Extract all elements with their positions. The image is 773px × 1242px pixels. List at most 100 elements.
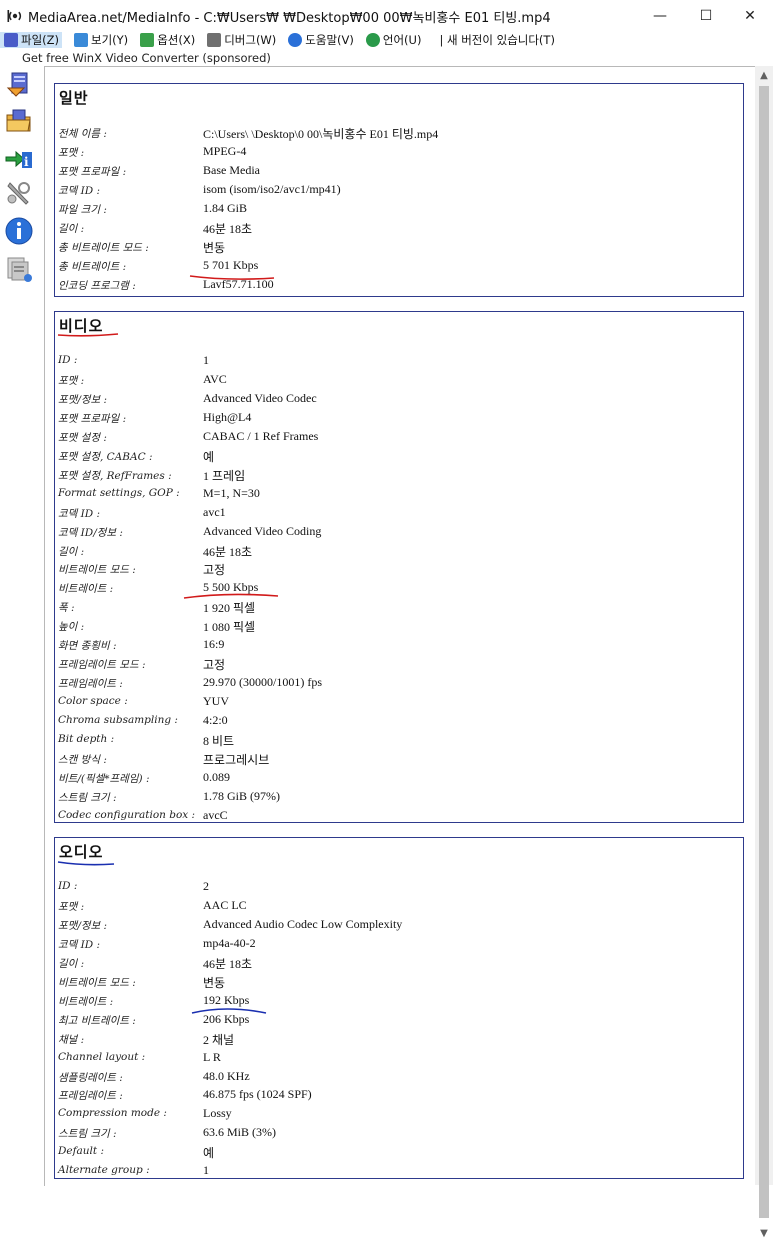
- vertical-scrollbar[interactable]: ▲ ▼: [755, 66, 773, 1239]
- field-label: 샘플링레이트 :: [58, 1071, 123, 1084]
- field-value: AAC LC: [203, 897, 247, 912]
- field-label: ID :: [58, 880, 78, 892]
- info-row: 길이 : 46분 18초: [55, 542, 743, 561]
- field-label: 코덱 ID :: [58, 184, 101, 197]
- scroll-thumb[interactable]: [759, 86, 769, 1218]
- menu-bar: 파일(Z) 보기(Y) 옵션(X) 디버그(W) 도움말(V) 언어(U) | 새 버전이 …: [0, 31, 773, 49]
- minimize-button[interactable]: —: [637, 0, 683, 32]
- info-row: 비트레이트 : 192 Kbps: [55, 992, 743, 1011]
- info-row: 포맷 설정, RefFrames : 1 프레임: [55, 466, 743, 485]
- field-value: isom (isom/iso2/avc1/mp41): [203, 181, 341, 196]
- field-value: 46분 18초: [203, 544, 253, 559]
- window-title: MediaArea.net/MediaInfo - C:₩Users₩ ₩Des…: [28, 11, 551, 26]
- field-value: 변동: [203, 240, 226, 255]
- menu-item-2[interactable]: 옵션(X): [136, 32, 195, 48]
- menu-item-0[interactable]: 파일(Z): [0, 32, 63, 48]
- field-value: YUV: [203, 694, 229, 709]
- maximize-button[interactable]: ☐: [683, 0, 729, 32]
- info-row: 인코딩 프로그램 : Lavf57.71.100: [55, 276, 743, 295]
- about-icon[interactable]: [4, 216, 34, 246]
- field-label: 코덱 ID :: [58, 507, 101, 520]
- close-button[interactable]: ✕: [727, 0, 773, 32]
- field-value: 5 701 Kbps: [203, 257, 259, 272]
- field-label: 포맷 설정, CABAC :: [58, 450, 153, 463]
- menu-item-1[interactable]: 보기(Y): [70, 32, 128, 48]
- language-icon: [365, 33, 380, 47]
- menu-item-label: 파일(Z): [21, 33, 60, 47]
- open-file-icon[interactable]: [4, 70, 34, 100]
- field-label: Default :: [58, 1145, 104, 1158]
- field-value: 변동: [203, 975, 226, 990]
- info-row: Color space : YUV: [55, 693, 743, 712]
- info-row: 프레임레이트 : 29.970 (30000/1001) fps: [55, 674, 743, 693]
- field-value: 1: [203, 353, 209, 367]
- field-label: 비트레이트 모드 :: [58, 564, 136, 577]
- field-label: 포맷/정보 :: [58, 919, 108, 932]
- field-label: 포맷 프로파일 :: [58, 412, 127, 425]
- export-icon[interactable]: i: [4, 144, 34, 174]
- field-value: 예: [203, 1146, 215, 1161]
- open-folder-icon[interactable]: [4, 106, 34, 136]
- info-row: 스트림 크기 : 63.6 MiB (3%): [55, 1124, 743, 1143]
- menu-item-6[interactable]: | 새 버전이 있습니다(T): [439, 32, 554, 48]
- info-row: 길이 : 46분 18초: [55, 219, 743, 238]
- preferences-icon[interactable]: [4, 178, 34, 208]
- field-label: 인코딩 프로그램 :: [58, 279, 136, 292]
- info-row: 포맷 프로파일 : High@L4: [55, 409, 743, 428]
- field-value: Advanced Audio Codec Low Complexity: [203, 916, 403, 931]
- field-value: avcC: [203, 807, 228, 822]
- field-label: Channel layout :: [58, 1050, 146, 1063]
- field-label: 비트레이트 :: [58, 995, 114, 1008]
- field-value: 5 500 Kbps: [203, 580, 259, 595]
- field-label: 길이 :: [58, 545, 85, 558]
- field-label: 비트레이트 모드 :: [58, 976, 136, 989]
- menu-item-label: 옵션(X): [157, 33, 196, 47]
- scroll-up-arrow-icon[interactable]: ▲: [755, 66, 773, 84]
- menu-item-5[interactable]: 언어(U): [362, 32, 421, 48]
- info-row: 길이 : 46분 18초: [55, 954, 743, 973]
- field-value: 29.970 (30000/1001) fps: [203, 675, 322, 690]
- field-value: Lavf57.71.100: [203, 276, 274, 291]
- field-value: 1 프레임: [203, 468, 246, 483]
- info-row: 코덱 ID/정보 : Advanced Video Coding: [55, 523, 743, 542]
- info-row: 총 비트레이트 : 5 701 Kbps: [55, 257, 743, 276]
- general-section: 일반 전체 이름 : C:\Users\ \Desktop\0 00\녹비홍수 E0…: [54, 83, 744, 297]
- field-label: 포맷/정보 :: [58, 393, 108, 406]
- scroll-down-arrow-icon[interactable]: ▼: [755, 1224, 773, 1242]
- info-row: 채널 : 2 채널: [55, 1030, 743, 1049]
- field-value: avc1: [203, 504, 226, 519]
- sponsor-link[interactable]: Get free WinX Video Converter (sponsored…: [22, 51, 271, 65]
- field-label: 채널 :: [58, 1033, 85, 1046]
- field-value: 8 비트: [203, 734, 235, 748]
- menu-item-4[interactable]: 도움말(V): [284, 32, 354, 48]
- field-value: CABAC / 1 Ref Frames: [203, 428, 319, 443]
- info-row: 스캔 방식 : 프로그레시브: [55, 750, 743, 769]
- field-value: 0.089: [203, 769, 230, 784]
- info-row: 포맷 : AVC: [55, 371, 743, 390]
- field-label: Color space :: [58, 695, 128, 708]
- field-value: Base Media: [203, 162, 260, 177]
- field-value: 63.6 MiB (3%): [203, 1125, 276, 1140]
- field-value: 46분 18초: [203, 221, 253, 236]
- section-title: 일반: [59, 89, 89, 107]
- info-row: Compression mode : Lossy: [55, 1105, 743, 1124]
- menu-item-3[interactable]: 디버그(W): [203, 32, 276, 48]
- field-value: 4:2:0: [203, 713, 228, 728]
- info-row: 프레임레이트 : 46.875 fps (1024 SPF): [55, 1086, 743, 1105]
- info-row: 폭 : 1 920 픽셀: [55, 598, 743, 617]
- field-label: 스트림 크기 :: [58, 1128, 117, 1141]
- sheet-view-icon[interactable]: [4, 254, 34, 284]
- field-label: 높이 :: [58, 621, 85, 634]
- field-value: High@L4: [203, 409, 252, 424]
- info-row: 샘플링레이트 : 48.0 KHz: [55, 1068, 743, 1087]
- info-row: 비트레이트 모드 : 변동: [55, 973, 743, 992]
- side-toolbar: i: [0, 66, 38, 1185]
- info-row: Codec configuration box : avcC: [55, 807, 743, 826]
- title-bar: MediaArea.net/MediaInfo - C:₩Users₩ ₩Des…: [0, 0, 773, 32]
- field-value: Advanced Video Codec: [203, 390, 317, 405]
- field-label: 총 비트레이트 모드 :: [58, 241, 149, 254]
- field-label: 코덱 ID :: [58, 938, 101, 951]
- field-value: 1.78 GiB (97%): [203, 788, 280, 803]
- field-label: Alternate group :: [58, 1164, 150, 1177]
- section-title: 비디오: [59, 317, 104, 335]
